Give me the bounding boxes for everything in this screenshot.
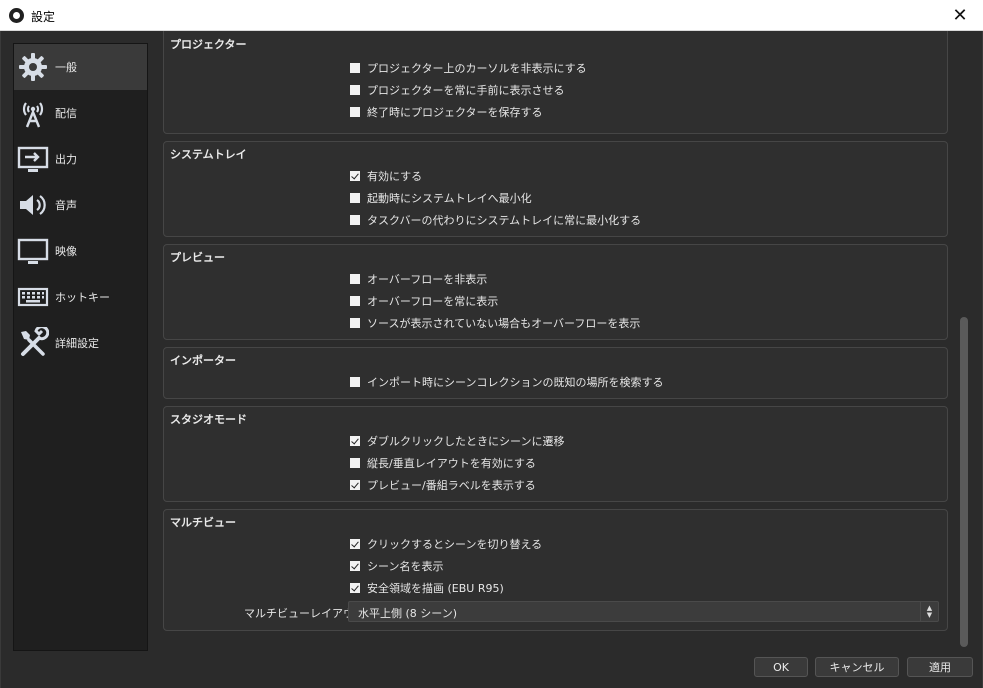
checkbox-label: ソースが表示されていない場合もオーバーフローを表示 — [367, 317, 641, 330]
multiview-layout-label: マルチビューレイアウト — [244, 607, 365, 620]
tray-enable-checkbox[interactable]: 有効にする — [350, 169, 422, 183]
checkbox-label: 有効にする — [367, 170, 423, 183]
group-title: マルチビュー — [170, 516, 236, 529]
checkbox-box — [350, 171, 360, 181]
multiview-group: マルチビュー クリックするとシーンを切り替える シーン名を表示 安全領域を描画 … — [163, 509, 948, 631]
importer-group: インポーター インポート時にシーンコレクションの既知の場所を検索する — [163, 347, 948, 399]
vertical-scrollbar[interactable] — [958, 43, 970, 651]
gear-icon — [19, 53, 47, 81]
sidebar-item-general[interactable]: 一般 — [14, 44, 147, 90]
sidebar-item-label: 配信 — [55, 107, 77, 120]
ok-button[interactable]: OK — [754, 657, 808, 677]
sidebar-item-label: 映像 — [55, 245, 77, 258]
checkbox-label: クリックするとシーンを切り替える — [367, 538, 543, 551]
portrait-layout-checkbox[interactable]: 縦長/垂直レイアウトを有効にする — [350, 456, 536, 470]
close-icon[interactable]: ✕ — [937, 0, 983, 31]
sidebar-item-label: ホットキー — [55, 291, 110, 304]
transition-on-double-click-checkbox[interactable]: ダブルクリックしたときにシーンに遷移 — [350, 434, 564, 448]
speaker-icon — [20, 195, 46, 215]
checkbox-box — [350, 458, 360, 468]
checkbox-box — [350, 274, 360, 284]
checkbox-label: 終了時にプロジェクターを保存する — [367, 106, 543, 119]
overflow-always-visible-checkbox[interactable]: オーバーフローを常に表示 — [350, 294, 498, 308]
show-preview-program-labels-checkbox[interactable]: プレビュー/番組ラベルを表示する — [350, 478, 536, 492]
hide-projector-cursor-checkbox[interactable]: プロジェクター上のカーソルを非表示にする — [350, 61, 587, 75]
projector-group: プロジェクター プロジェクター上のカーソルを非表示にする プロジェクターを常に手… — [163, 31, 948, 134]
group-title: インポーター — [170, 354, 236, 367]
hide-overflow-checkbox[interactable]: オーバーフローを非表示 — [350, 272, 487, 286]
sidebar-item-audio[interactable]: 音声 — [14, 182, 147, 228]
sidebar-item-label: 詳細設定 — [55, 337, 99, 350]
sidebar-item-hotkeys[interactable]: ホットキー — [14, 274, 147, 320]
group-title: プレビュー — [170, 251, 225, 264]
checkbox-label: インポート時にシーンコレクションの既知の場所を検索する — [367, 376, 664, 389]
checkbox-label: プロジェクターを常に手前に表示させる — [367, 84, 565, 97]
checkbox-label: オーバーフローを非表示 — [367, 273, 488, 286]
checkbox-box — [350, 318, 360, 328]
sidebar-item-stream[interactable]: 配信 — [14, 90, 147, 136]
importer-search-known-locations-checkbox[interactable]: インポート時にシーンコレクションの既知の場所を検索する — [350, 375, 663, 389]
checkbox-box — [350, 480, 360, 490]
checkbox-label: プレビュー/番組ラベルを表示する — [367, 479, 536, 492]
apply-button[interactable]: 適用 — [907, 657, 973, 677]
checkbox-box — [350, 561, 360, 571]
tools-icon — [21, 327, 49, 356]
checkbox-box — [350, 296, 360, 306]
checkbox-box — [350, 85, 360, 95]
title-bar: 設定 ✕ — [0, 0, 983, 31]
multiview-layout-select[interactable]: 水平上側 (8 シーン) ▲ ▼ — [348, 601, 939, 622]
output-monitor-icon — [17, 146, 49, 172]
system-tray-group: システムトレイ 有効にする 起動時にシステムトレイへ最小化 タスクバーの代わりに… — [163, 141, 948, 237]
preview-group: プレビュー オーバーフローを非表示 オーバーフローを常に表示 ソースが表示されて… — [163, 244, 948, 340]
group-title: スタジオモード — [170, 413, 247, 426]
checkbox-label: シーン名を表示 — [367, 560, 444, 573]
spin-arrows-icon: ▲ ▼ — [920, 602, 938, 621]
sidebar-item-label: 一般 — [55, 61, 77, 74]
broadcast-antenna-icon — [22, 102, 44, 128]
general-settings-panel: プロジェクター プロジェクター上のカーソルを非表示にする プロジェクターを常に手… — [152, 31, 960, 651]
sidebar-item-label: 出力 — [55, 153, 77, 166]
projector-always-on-top-checkbox[interactable]: プロジェクターを常に手前に表示させる — [350, 83, 565, 97]
settings-window: 一般 配信 出力 音声 映像 ホットキー 詳細設定 プロジェクター プロジェクタ… — [0, 31, 983, 688]
studio-mode-group: スタジオモード ダブルクリックしたときにシーンに遷移 縦長/垂直レイアウトを有効… — [163, 406, 948, 502]
scrollbar-thumb[interactable] — [960, 317, 968, 647]
checkbox-label: 縦長/垂直レイアウトを有効にする — [367, 457, 536, 470]
overflow-selection-hidden-checkbox[interactable]: ソースが表示されていない場合もオーバーフローを表示 — [350, 316, 640, 330]
select-value: 水平上側 (8 シーン) — [358, 607, 458, 620]
keyboard-icon — [17, 287, 49, 307]
checkbox-box — [350, 193, 360, 203]
checkbox-label: ダブルクリックしたときにシーンに遷移 — [367, 435, 565, 448]
sidebar-item-video[interactable]: 映像 — [14, 228, 147, 274]
multiview-show-scene-names-checkbox[interactable]: シーン名を表示 — [350, 559, 443, 573]
checkbox-label: タスクバーの代わりにシステムトレイに常に最小化する — [367, 214, 642, 227]
checkbox-box — [350, 107, 360, 117]
window-title: 設定 — [31, 10, 56, 24]
checkbox-label: プロジェクター上のカーソルを非表示にする — [367, 62, 587, 75]
group-title: プロジェクター — [170, 38, 247, 51]
obs-logo-icon — [9, 8, 24, 23]
save-projectors-checkbox[interactable]: 終了時にプロジェクターを保存する — [350, 105, 543, 119]
display-icon — [17, 238, 49, 264]
checkbox-label: オーバーフローを常に表示 — [367, 295, 499, 308]
sidebar-item-advanced[interactable]: 詳細設定 — [14, 320, 147, 366]
checkbox-label: 起動時にシステムトレイへ最小化 — [367, 192, 532, 205]
tray-always-minimize-checkbox[interactable]: タスクバーの代わりにシステムトレイに常に最小化する — [350, 213, 641, 227]
sidebar-item-output[interactable]: 出力 — [14, 136, 147, 182]
multiview-click-switch-scene-checkbox[interactable]: クリックするとシーンを切り替える — [350, 537, 542, 551]
checkbox-box — [350, 63, 360, 73]
checkbox-box — [350, 436, 360, 446]
checkbox-box — [350, 583, 360, 593]
sidebar-item-label: 音声 — [55, 199, 77, 212]
checkbox-box — [350, 539, 360, 549]
cancel-button[interactable]: キャンセル — [815, 657, 899, 677]
settings-sidebar: 一般 配信 出力 音声 映像 ホットキー 詳細設定 — [13, 43, 148, 651]
checkbox-label: 安全領域を描画 (EBU R95) — [367, 582, 504, 595]
group-title: システムトレイ — [170, 148, 247, 161]
checkbox-box — [350, 377, 360, 387]
tray-minimize-on-start-checkbox[interactable]: 起動時にシステムトレイへ最小化 — [350, 191, 532, 205]
checkbox-box — [350, 215, 360, 225]
multiview-draw-safe-areas-checkbox[interactable]: 安全領域を描画 (EBU R95) — [350, 581, 504, 595]
